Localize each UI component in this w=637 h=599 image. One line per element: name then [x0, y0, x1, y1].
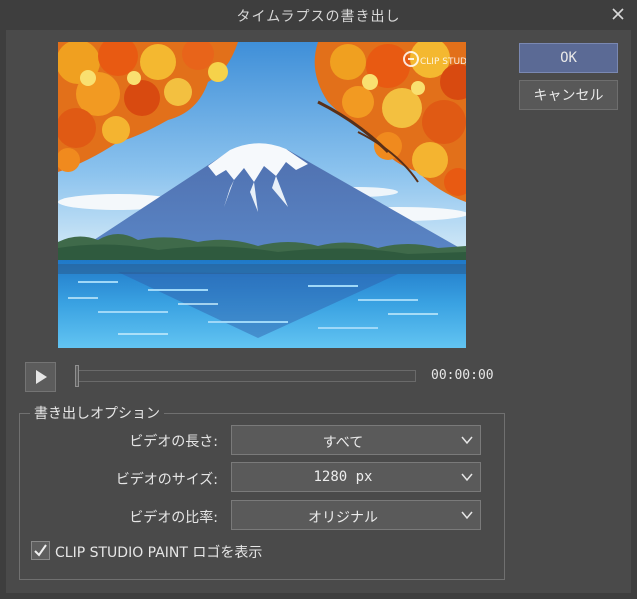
window-title: タイムラプスの書き出し [236, 9, 401, 25]
play-icon [35, 370, 47, 384]
show-logo-label[interactable]: CLIP STUDIO PAINT ロゴを表示 [55, 542, 262, 562]
ok-button[interactable]: OK [519, 43, 618, 73]
timeline-slider[interactable] [75, 365, 416, 387]
video-size-label: ビデオのサイズ: [115, 472, 218, 488]
cancel-button[interactable]: キャンセル [519, 80, 618, 110]
video-length-value: すべて [322, 435, 364, 451]
watermark-text: CLIP STUDIO PAINT [420, 57, 466, 67]
video-size-value: 1280 px [313, 469, 373, 485]
video-ratio-value: オリジナル [308, 510, 378, 526]
close-icon[interactable] [609, 5, 627, 23]
video-length-select[interactable]: すべて [231, 425, 481, 455]
chevron-down-icon [461, 436, 473, 445]
timeline-handle[interactable] [75, 365, 79, 387]
time-readout: 00:00:00 [431, 368, 494, 383]
video-size-select[interactable]: 1280 px [231, 462, 481, 492]
show-logo-checkbox[interactable] [31, 541, 50, 560]
title-bar: タイムラプスの書き出し [0, 0, 637, 30]
checkmark-icon [34, 544, 47, 557]
video-ratio-select[interactable]: オリジナル [231, 500, 481, 530]
chevron-down-icon [461, 473, 473, 482]
export-options-legend: 書き出しオプション [30, 403, 164, 423]
play-button[interactable] [25, 362, 56, 392]
video-ratio-label: ビデオの比率: [129, 510, 218, 526]
video-length-label: ビデオの長さ: [129, 434, 218, 450]
preview-image: CLIP STUDIO PAINT [58, 42, 466, 348]
chevron-down-icon [461, 511, 473, 520]
timelapse-preview: CLIP STUDIO PAINT [58, 42, 466, 348]
